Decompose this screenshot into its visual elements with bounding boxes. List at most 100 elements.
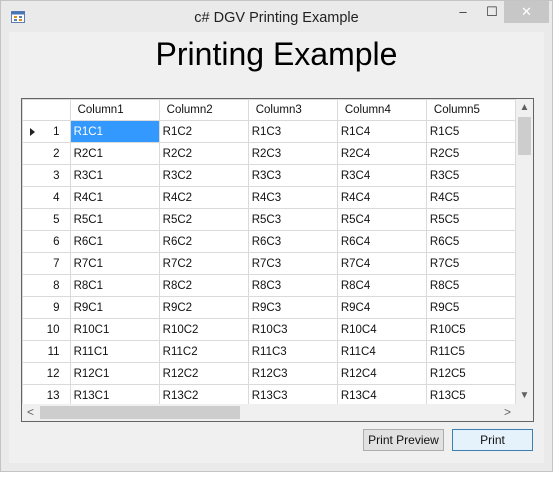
vertical-scroll-thumb[interactable]	[518, 117, 531, 155]
minimize-button[interactable]: –	[450, 1, 476, 23]
row-header[interactable]: 11	[22, 340, 71, 363]
grid-cell[interactable]: R7C4	[336, 252, 427, 275]
grid-cell[interactable]: R8C5	[425, 274, 516, 297]
scroll-up-icon[interactable]: ▲	[516, 99, 533, 116]
grid-cell[interactable]: R4C2	[158, 186, 249, 209]
vertical-scrollbar[interactable]: ▲ ▼	[516, 99, 533, 404]
print-preview-button[interactable]: Print Preview	[363, 429, 444, 451]
grid-cell[interactable]: R8C1	[69, 274, 160, 297]
column-header[interactable]: Column4	[336, 99, 427, 121]
row-header[interactable]: 5	[22, 208, 71, 231]
grid-cell[interactable]: R10C1	[69, 318, 160, 341]
grid-cell[interactable]: R8C3	[247, 274, 338, 297]
maximize-button[interactable]: ☐	[479, 1, 505, 23]
grid-corner-header[interactable]	[22, 99, 71, 121]
grid-cell[interactable]: R3C5	[425, 164, 516, 187]
grid-cell[interactable]: R3C1	[69, 164, 160, 187]
grid-cell[interactable]: R1C5	[425, 120, 516, 143]
row-header[interactable]: 4	[22, 186, 71, 209]
scroll-down-icon[interactable]: ▼	[516, 387, 533, 404]
grid-cell[interactable]: R8C2	[158, 274, 249, 297]
grid-cell[interactable]: R10C4	[336, 318, 427, 341]
grid-cell[interactable]: R11C1	[69, 340, 160, 363]
grid-cell[interactable]: R4C3	[247, 186, 338, 209]
grid-cell[interactable]: R4C4	[336, 186, 427, 209]
grid-cell[interactable]: R9C2	[158, 296, 249, 319]
table-row: 11 R11C1 R11C2 R11C3 R11C4 R11C5	[22, 340, 516, 363]
grid-cell[interactable]: R3C2	[158, 164, 249, 187]
row-header[interactable]: 13	[22, 384, 71, 404]
column-header[interactable]: Column3	[247, 99, 338, 121]
grid-cell[interactable]: R12C4	[336, 362, 427, 385]
grid-cell[interactable]: R5C2	[158, 208, 249, 231]
column-header[interactable]: Column1	[69, 99, 160, 121]
grid-cell[interactable]: R11C3	[247, 340, 338, 363]
row-header[interactable]: 6	[22, 230, 71, 253]
grid-cell[interactable]: R5C5	[425, 208, 516, 231]
grid-cell[interactable]: R5C3	[247, 208, 338, 231]
grid-cell[interactable]: R1C3	[247, 120, 338, 143]
grid-cell[interactable]: R4C1	[69, 186, 160, 209]
grid-cell[interactable]: R5C1	[69, 208, 160, 231]
grid-cell[interactable]: R7C3	[247, 252, 338, 275]
column-header[interactable]: Column5	[425, 99, 516, 121]
grid-cell[interactable]: R13C3	[247, 384, 338, 404]
grid-cell[interactable]: R7C2	[158, 252, 249, 275]
grid-cell[interactable]: R13C5	[425, 384, 516, 404]
row-header[interactable]: 1	[22, 120, 71, 143]
grid-cell[interactable]: R6C4	[336, 230, 427, 253]
grid-cell[interactable]: R12C1	[69, 362, 160, 385]
data-grid-view[interactable]: Column1 Column2 Column3 Column4 Column5 …	[21, 98, 534, 422]
row-header[interactable]: 2	[22, 142, 71, 165]
grid-cell[interactable]: R13C4	[336, 384, 427, 404]
column-header[interactable]: Column2	[158, 99, 249, 121]
print-button[interactable]: Print	[452, 429, 533, 451]
grid-cell[interactable]: R8C4	[336, 274, 427, 297]
grid-cell[interactable]: R1C2	[158, 120, 249, 143]
scroll-right-icon[interactable]: >	[499, 404, 516, 421]
grid-cell[interactable]: R10C5	[425, 318, 516, 341]
grid-cell[interactable]: R11C2	[158, 340, 249, 363]
row-header[interactable]: 7	[22, 252, 71, 275]
grid-cell[interactable]: R13C1	[69, 384, 160, 404]
grid-cell[interactable]: R4C5	[425, 186, 516, 209]
grid-cell[interactable]: R10C3	[247, 318, 338, 341]
grid-cell[interactable]: R12C3	[247, 362, 338, 385]
grid-cell[interactable]: R5C4	[336, 208, 427, 231]
row-header[interactable]: 12	[22, 362, 71, 385]
row-header[interactable]: 8	[22, 274, 71, 297]
grid-cell[interactable]: R10C2	[158, 318, 249, 341]
title-bar[interactable]: c# DGV Printing Example – ☐ ✕	[1, 1, 552, 34]
grid-cell[interactable]: R3C4	[336, 164, 427, 187]
grid-cell[interactable]: R2C2	[158, 142, 249, 165]
grid-cell[interactable]: R12C5	[425, 362, 516, 385]
grid-cell[interactable]: R11C4	[336, 340, 427, 363]
grid-cell[interactable]: R12C2	[158, 362, 249, 385]
grid-cell[interactable]: R7C1	[69, 252, 160, 275]
grid-cell[interactable]: R6C5	[425, 230, 516, 253]
scroll-left-icon[interactable]: <	[22, 404, 39, 421]
grid-cell[interactable]: R11C5	[425, 340, 516, 363]
grid-cell[interactable]: R6C2	[158, 230, 249, 253]
close-button[interactable]: ✕	[504, 1, 549, 23]
grid-cell[interactable]: R7C5	[425, 252, 516, 275]
grid-cell[interactable]: R6C3	[247, 230, 338, 253]
grid-cell[interactable]: R9C3	[247, 296, 338, 319]
horizontal-scroll-thumb[interactable]	[40, 406, 240, 419]
row-header[interactable]: 3	[22, 164, 71, 187]
grid-cell[interactable]: R9C1	[69, 296, 160, 319]
grid-cell[interactable]: R9C4	[336, 296, 427, 319]
grid-cell[interactable]: R2C4	[336, 142, 427, 165]
horizontal-scrollbar[interactable]: < >	[22, 404, 516, 421]
grid-cell[interactable]: R13C2	[158, 384, 249, 404]
grid-cell[interactable]: R6C1	[69, 230, 160, 253]
grid-cell[interactable]: R2C5	[425, 142, 516, 165]
grid-cell[interactable]: R3C3	[247, 164, 338, 187]
row-header[interactable]: 10	[22, 318, 71, 341]
grid-cell[interactable]: R2C1	[69, 142, 160, 165]
grid-cell[interactable]: R1C1	[69, 120, 160, 143]
grid-cell[interactable]: R1C4	[336, 120, 427, 143]
row-header[interactable]: 9	[22, 296, 71, 319]
grid-cell[interactable]: R2C3	[247, 142, 338, 165]
grid-cell[interactable]: R9C5	[425, 296, 516, 319]
